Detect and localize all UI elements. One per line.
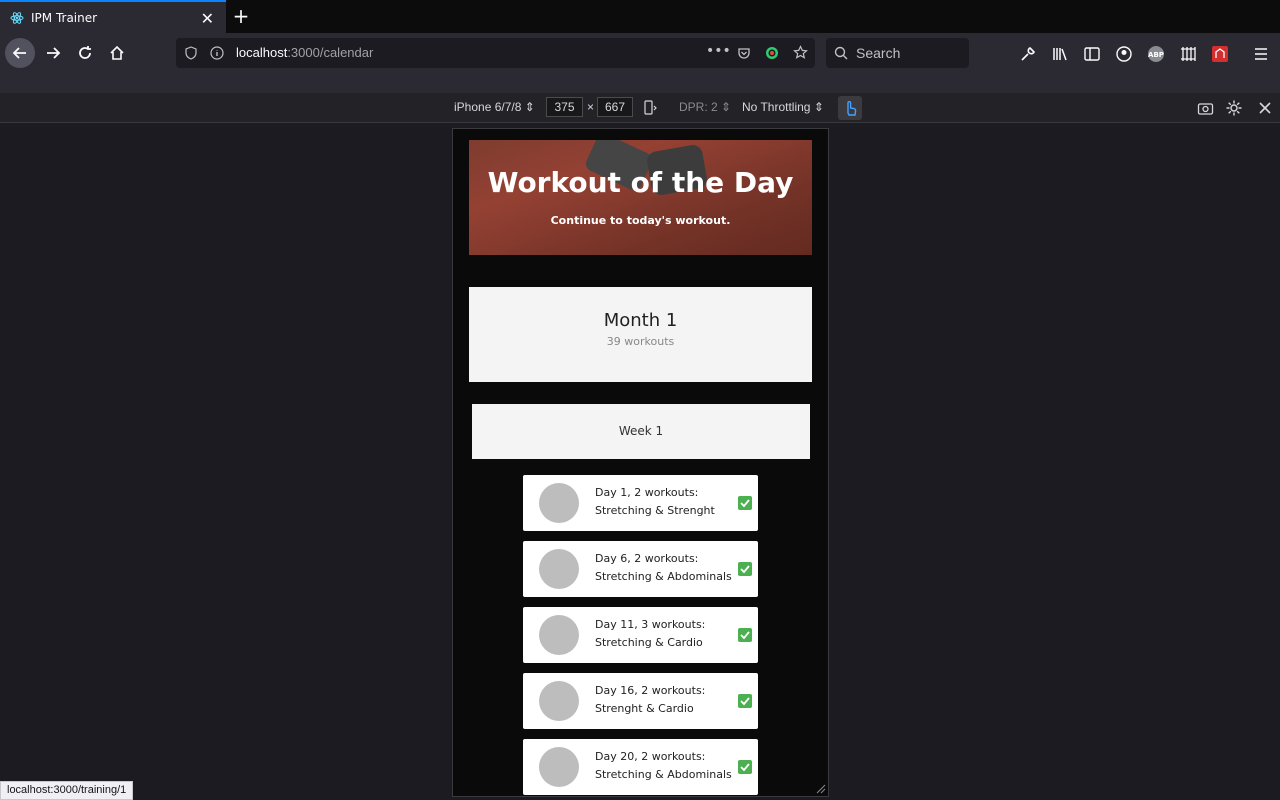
- width-input[interactable]: 375: [546, 97, 583, 117]
- tab-ipm-trainer[interactable]: IPM Trainer ✕: [0, 0, 226, 33]
- day-avatar: [539, 747, 579, 787]
- adblock-icon[interactable]: ABP: [1147, 45, 1165, 63]
- day-workouts: Stretching & Abdominals: [595, 768, 732, 781]
- library-icon[interactable]: [1051, 45, 1069, 63]
- sidebar-icon[interactable]: [1083, 45, 1101, 63]
- nav-toolbar: localhost:3000/calendar ••• Search ABP: [0, 33, 1280, 75]
- dpr-select[interactable]: DPR: 2 ⇕: [679, 100, 731, 114]
- checkmark-icon: [738, 760, 752, 774]
- day-workouts: Strenght & Cardio: [595, 702, 694, 715]
- banner-title: Workout of the Day: [487, 166, 794, 199]
- url-text[interactable]: localhost:3000/calendar: [236, 45, 373, 60]
- checkmark-icon: [738, 496, 752, 510]
- month-workout-count: 39 workouts: [606, 335, 675, 348]
- day-card[interactable]: Day 16, 2 workouts: Strenght & Cardio: [523, 673, 758, 729]
- checkmark-icon: [738, 694, 752, 708]
- svg-text:ABP: ABP: [1148, 51, 1164, 59]
- screenshot-icon[interactable]: [1197, 100, 1214, 117]
- search-placeholder: Search: [856, 45, 901, 61]
- shield-icon[interactable]: [184, 46, 198, 60]
- extension-ring-icon[interactable]: [765, 46, 779, 60]
- arrow-left-icon: [12, 47, 26, 59]
- checkmark-icon: [738, 628, 752, 642]
- day-card[interactable]: Day 11, 3 workouts: Stretching & Cardio: [523, 607, 758, 663]
- home-button[interactable]: [102, 38, 132, 68]
- day-avatar: [539, 681, 579, 721]
- search-bar[interactable]: Search: [826, 38, 969, 68]
- workout-of-the-day-banner[interactable]: Workout of the Day Continue to today's w…: [469, 140, 812, 255]
- search-icon: [834, 46, 848, 60]
- wrench-icon[interactable]: [1019, 45, 1037, 63]
- day-card[interactable]: Day 1, 2 workouts: Stretching & Strenght: [523, 475, 758, 531]
- day-avatar: [539, 483, 579, 523]
- arrow-right-icon: [47, 47, 61, 59]
- reload-button[interactable]: [70, 38, 100, 68]
- day-card[interactable]: Day 20, 2 workouts: Stretching & Abdomin…: [523, 739, 758, 795]
- day-title: Day 6, 2 workouts:: [595, 552, 699, 565]
- throttling-select[interactable]: No Throttling ⇕: [742, 100, 824, 114]
- tab-title: IPM Trainer: [31, 10, 98, 25]
- forward-button[interactable]: [38, 38, 68, 68]
- extension-grid-icon[interactable]: [1179, 45, 1197, 63]
- month-card[interactable]: Month 1 39 workouts: [469, 287, 812, 382]
- url-path: :3000/calendar: [287, 45, 374, 60]
- day-avatar: [539, 615, 579, 655]
- week-header[interactable]: Week 1: [472, 404, 810, 459]
- close-tab-icon[interactable]: ✕: [201, 9, 214, 28]
- day-title: Day 11, 3 workouts:: [595, 618, 706, 631]
- day-workouts: Stretching & Strenght: [595, 504, 715, 517]
- device-name: iPhone 6/7/8: [454, 100, 522, 114]
- url-bar[interactable]: localhost:3000/calendar •••: [176, 38, 815, 68]
- hand-pointer-icon: [847, 101, 857, 116]
- device-select[interactable]: iPhone 6/7/8 ⇕: [454, 100, 535, 114]
- tab-strip: IPM Trainer ✕ +: [0, 0, 1280, 33]
- pocket-icon[interactable]: [737, 46, 751, 60]
- bookmark-star-icon[interactable]: [793, 45, 808, 60]
- day-workouts: Stretching & Abdominals: [595, 570, 732, 583]
- extension-red-icon[interactable]: [1211, 45, 1229, 63]
- resize-handle-icon[interactable]: [816, 784, 826, 794]
- reload-icon: [79, 46, 91, 59]
- day-avatar: [539, 549, 579, 589]
- day-card[interactable]: Day 6, 2 workouts: Stretching & Abdomina…: [523, 541, 758, 597]
- new-tab-icon[interactable]: +: [230, 4, 252, 28]
- responsive-toolbar: iPhone 6/7/8 ⇕ 375 × 667 DPR: 2 ⇕ No Thr…: [0, 93, 1280, 123]
- banner-subtitle: Continue to today's workout.: [550, 214, 731, 227]
- height-input[interactable]: 667: [597, 97, 633, 117]
- link-status-bar: localhost:3000/training/1: [0, 781, 134, 800]
- dpr-value: DPR: 2: [679, 100, 718, 114]
- toolbar-spacer: [0, 75, 1280, 93]
- url-host: localhost: [236, 45, 288, 60]
- touch-simulation-button[interactable]: [838, 96, 862, 120]
- account-icon[interactable]: [1115, 45, 1133, 63]
- close-rdm-icon[interactable]: [1258, 101, 1272, 115]
- more-actions-icon[interactable]: •••: [706, 43, 731, 59]
- day-title: Day 16, 2 workouts:: [595, 684, 706, 697]
- checkmark-icon: [738, 562, 752, 576]
- month-title: Month 1: [603, 310, 678, 331]
- rotate-device-icon[interactable]: [642, 100, 658, 116]
- back-button[interactable]: [5, 38, 35, 68]
- device-viewport: Workout of the Day Continue to today's w…: [452, 128, 829, 797]
- dimension-separator: ×: [587, 100, 595, 114]
- day-workouts: Stretching & Cardio: [595, 636, 703, 649]
- day-title: Day 1, 2 workouts:: [595, 486, 699, 499]
- home-icon: [110, 45, 124, 60]
- throttling-value: No Throttling: [742, 100, 811, 114]
- day-title: Day 20, 2 workouts:: [595, 750, 706, 763]
- info-icon[interactable]: [210, 46, 224, 60]
- menu-icon[interactable]: [1252, 45, 1270, 63]
- react-icon: [10, 11, 24, 24]
- settings-gear-icon[interactable]: [1225, 99, 1243, 117]
